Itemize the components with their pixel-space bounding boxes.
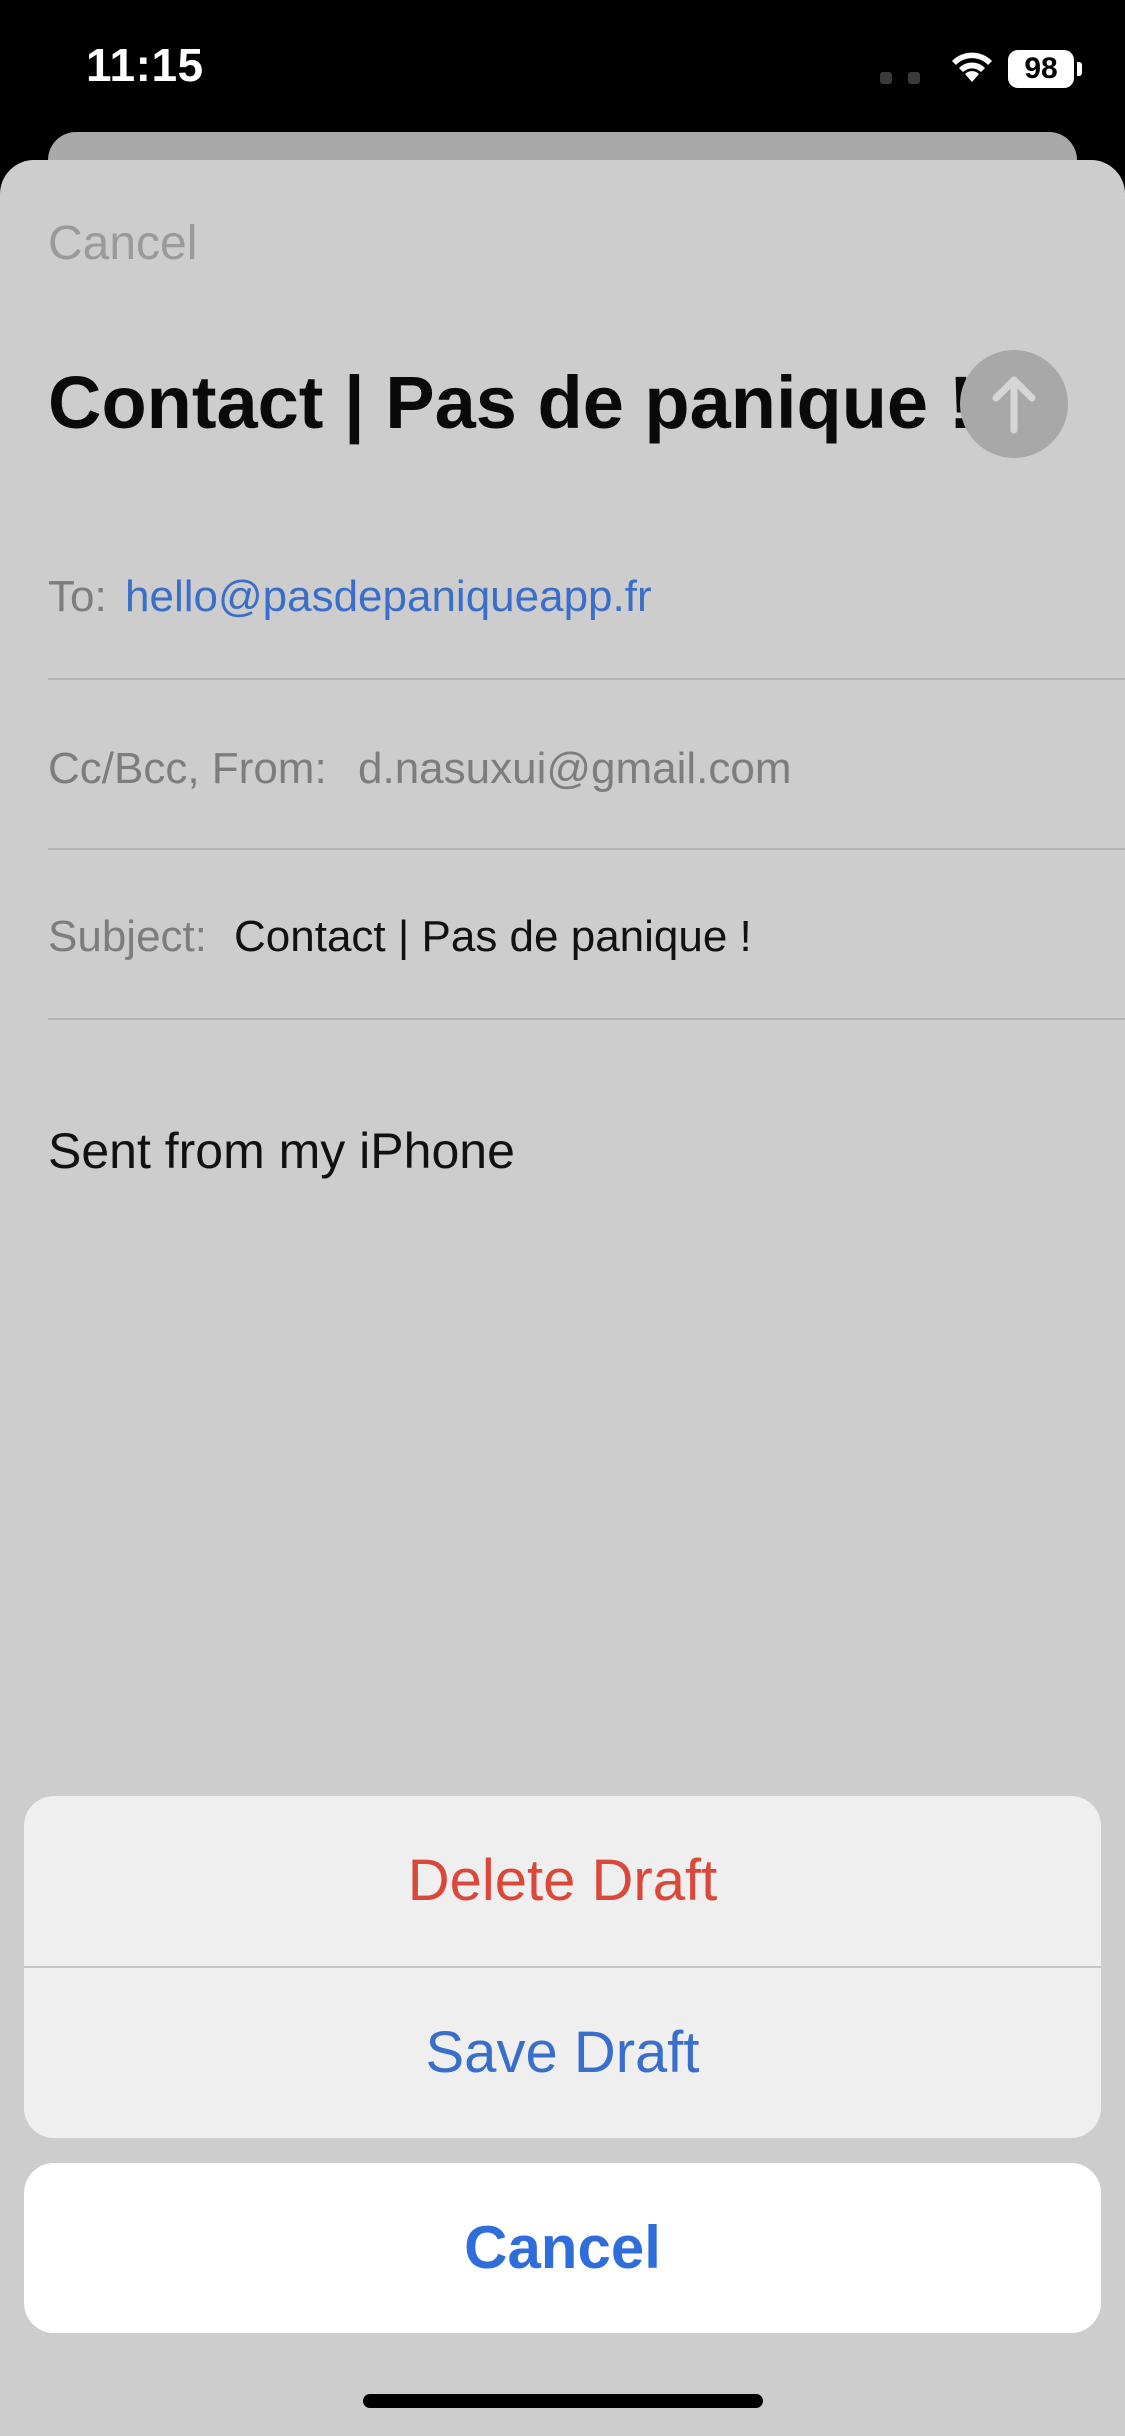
- status-time: 11:15: [86, 39, 204, 91]
- wifi-icon: [952, 52, 992, 82]
- to-recipient[interactable]: hello@pasdepaniqueapp.fr: [125, 572, 652, 622]
- ccbcc-from-label: Cc/Bcc, From:: [48, 744, 327, 793]
- message-body[interactable]: Sent from my iPhone: [48, 1122, 515, 1180]
- subject-value[interactable]: Contact | Pas de panique !: [234, 912, 752, 962]
- status-bar: 11:15 98: [0, 0, 1125, 140]
- subject-label: Subject:: [48, 912, 207, 961]
- battery-level: 98: [1008, 50, 1074, 88]
- battery-icon: 98: [1008, 50, 1084, 88]
- battery-tip: [1077, 62, 1082, 76]
- ccbcc-from-field[interactable]: Cc/Bcc, From: d.nasuxui@gmail.com: [48, 678, 1125, 850]
- arrow-up-icon: [992, 376, 1036, 434]
- subject-field[interactable]: Subject: Contact | Pas de panique !: [48, 848, 1125, 1020]
- action-cancel-button[interactable]: Cancel: [24, 2163, 1101, 2333]
- save-draft-button[interactable]: Save Draft: [24, 1968, 1101, 2138]
- cancel-compose-button[interactable]: Cancel: [48, 216, 197, 271]
- home-indicator[interactable]: [363, 2394, 763, 2408]
- action-sheet-group: Delete Draft Save Draft: [24, 1796, 1101, 2138]
- signal-dots-icon: [880, 72, 920, 84]
- to-field-row[interactable]: To: hello@pasdepaniqueapp.fr: [48, 500, 1125, 680]
- delete-draft-button[interactable]: Delete Draft: [24, 1796, 1101, 1966]
- to-label: To:: [48, 572, 107, 621]
- compose-title: Contact | Pas de panique !: [48, 361, 974, 444]
- from-address[interactable]: d.nasuxui@gmail.com: [358, 744, 792, 794]
- send-button[interactable]: [960, 350, 1068, 458]
